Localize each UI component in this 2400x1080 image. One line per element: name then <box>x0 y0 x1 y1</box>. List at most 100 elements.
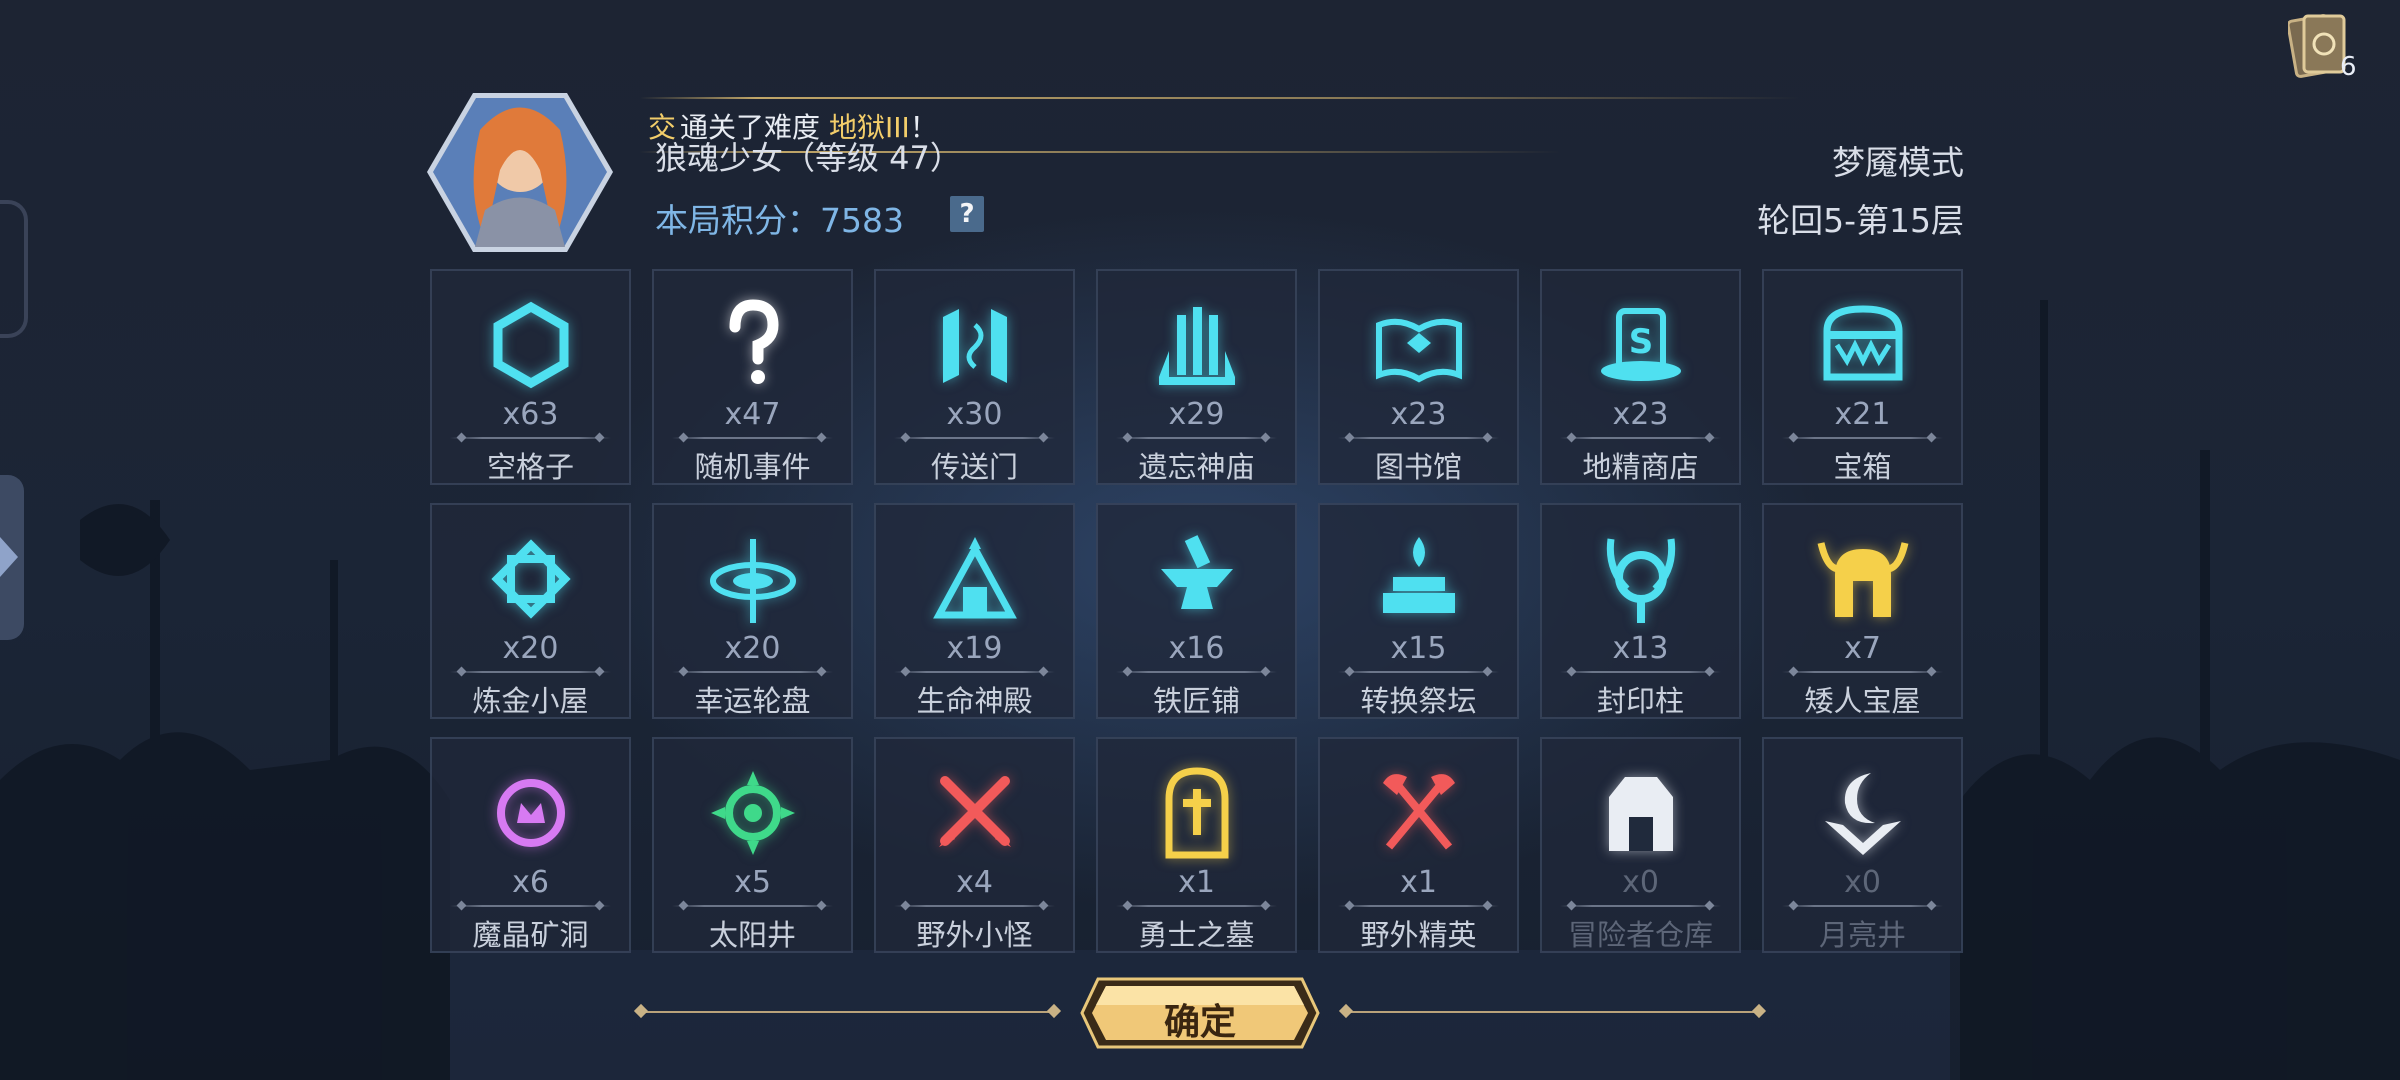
tile-cell: x23 图书馆 <box>1318 269 1519 485</box>
tile-name: 铁匠铺 <box>1152 684 1240 718</box>
tile-cell: x6 魔晶矿洞 <box>430 737 631 953</box>
tile-divider <box>1782 437 1943 439</box>
tile-count: x19 <box>946 631 1003 666</box>
tile-stats-grid: x63 空格子 x47 随机事件 x30 传送门 x29 遗忘神庙 x23 图书馆 Sx23 地精商店… <box>430 269 1965 955</box>
tile-divider <box>1782 905 1943 907</box>
score-row: 本局积分：7583 <box>655 194 904 242</box>
tile-divider <box>1338 671 1499 673</box>
tile-name: 矮人宝屋 <box>1804 684 1921 718</box>
altar-icon <box>1369 529 1469 629</box>
tile-cell: x63 空格子 <box>430 269 631 485</box>
tile-count: x0 <box>1622 865 1659 900</box>
tile-name: 地精商店 <box>1582 450 1699 484</box>
tile-divider <box>1560 437 1721 439</box>
crossed-swords-icon <box>925 763 1025 863</box>
tile-name: 生命神殿 <box>916 684 1033 718</box>
tile-divider <box>672 437 833 439</box>
tile-name: 野外小怪 <box>916 918 1033 952</box>
tile-divider <box>1338 905 1499 907</box>
life-temple-icon <box>925 529 1025 629</box>
tile-cell: x15 转换祭坛 <box>1318 503 1519 719</box>
left-side-tab[interactable] <box>0 200 28 338</box>
tile-cell: x13 封印柱 <box>1540 503 1741 719</box>
left-expand-tab[interactable] <box>0 475 24 640</box>
tile-count: x21 <box>1834 397 1891 432</box>
tile-count: x15 <box>1390 631 1447 666</box>
tile-name: 冒险者仓库 <box>1567 918 1713 952</box>
seal-pillar-icon <box>1591 529 1691 629</box>
footer: 确定 <box>640 975 1760 1050</box>
tile-name: 随机事件 <box>694 450 811 484</box>
tile-count: x7 <box>1844 631 1881 666</box>
treasure-chest-icon <box>1813 295 1913 395</box>
game-mode: 梦魇模式 <box>1832 143 1964 182</box>
question-mark-icon <box>703 295 803 395</box>
tile-cell: x30 传送门 <box>874 269 1075 485</box>
tile-divider <box>894 437 1055 439</box>
help-button[interactable]: ? <box>950 196 984 232</box>
tile-name: 宝箱 <box>1833 450 1892 484</box>
tile-name: 炼金小屋 <box>472 684 589 718</box>
hexagon-icon <box>481 295 581 395</box>
notice-line-top <box>640 97 1800 99</box>
tile-count: x23 <box>1390 397 1447 432</box>
tile-count: x0 <box>1844 865 1881 900</box>
tile-cell: x4 野外小怪 <box>874 737 1075 953</box>
crossed-axes-icon <box>1369 763 1469 863</box>
tile-divider <box>1560 905 1721 907</box>
decor-line-right <box>1345 1011 1760 1013</box>
wheel-icon <box>703 529 803 629</box>
tile-count: x23 <box>1612 397 1669 432</box>
tile-name: 野外精英 <box>1360 918 1477 952</box>
tile-count: x5 <box>734 865 771 900</box>
tile-divider <box>1782 671 1943 673</box>
tile-divider <box>1338 437 1499 439</box>
tile-name: 图书馆 <box>1374 450 1462 484</box>
tile-cell: x1 野外精英 <box>1318 737 1519 953</box>
tile-name: 太阳井 <box>708 918 796 952</box>
tile-cell: x16 铁匠铺 <box>1096 503 1297 719</box>
tile-cell: x20 炼金小屋 <box>430 503 631 719</box>
round-floor: 轮回5-第15层 <box>1757 201 1964 240</box>
tile-count: x47 <box>724 397 781 432</box>
alchemy-icon <box>481 529 581 629</box>
tile-count: x6 <box>512 865 549 900</box>
player-name-level: 狼魂少女（等级 47） <box>655 139 962 177</box>
tile-divider <box>672 671 833 673</box>
confirm-label: 确定 <box>1163 1002 1236 1043</box>
tile-cell: x47 随机事件 <box>652 269 853 485</box>
crystal-mine-icon <box>481 763 581 863</box>
tile-divider <box>894 671 1055 673</box>
sun-well-icon <box>703 763 803 863</box>
tile-name: 遗忘神庙 <box>1138 450 1255 484</box>
tile-cell: x20 幸运轮盘 <box>652 503 853 719</box>
tile-cell: x21 宝箱 <box>1762 269 1963 485</box>
confirm-button[interactable]: 确定 <box>1080 977 1320 1049</box>
temple-icon <box>1147 295 1247 395</box>
tile-name: 魔晶矿洞 <box>472 918 589 952</box>
portal-icon <box>925 295 1025 395</box>
tile-count: x20 <box>724 631 781 666</box>
tile-cell: x0 月亮井 <box>1762 737 1963 953</box>
tile-count: x30 <box>946 397 1003 432</box>
tile-name: 幸运轮盘 <box>694 684 811 718</box>
tile-cell: x7 矮人宝屋 <box>1762 503 1963 719</box>
moon-well-icon <box>1813 763 1913 863</box>
tile-divider <box>450 671 611 673</box>
tile-count: x20 <box>502 631 559 666</box>
tile-cell: x19 生命神殿 <box>874 503 1075 719</box>
tile-name: 转换祭坛 <box>1360 684 1477 718</box>
tile-count: x1 <box>1178 865 1215 900</box>
tile-count: x16 <box>1168 631 1225 666</box>
card-count: 6 <box>2340 52 2357 82</box>
tile-count: x1 <box>1400 865 1437 900</box>
decor-line-left <box>640 1011 1055 1013</box>
tile-name: 空格子 <box>486 450 574 484</box>
tile-cell: Sx23 地精商店 <box>1540 269 1741 485</box>
tile-count: x4 <box>956 865 993 900</box>
tile-divider <box>1116 437 1277 439</box>
tile-divider <box>1560 671 1721 673</box>
player-avatar <box>427 93 613 252</box>
warehouse-icon <box>1591 763 1691 863</box>
tile-name: 传送门 <box>930 450 1018 484</box>
